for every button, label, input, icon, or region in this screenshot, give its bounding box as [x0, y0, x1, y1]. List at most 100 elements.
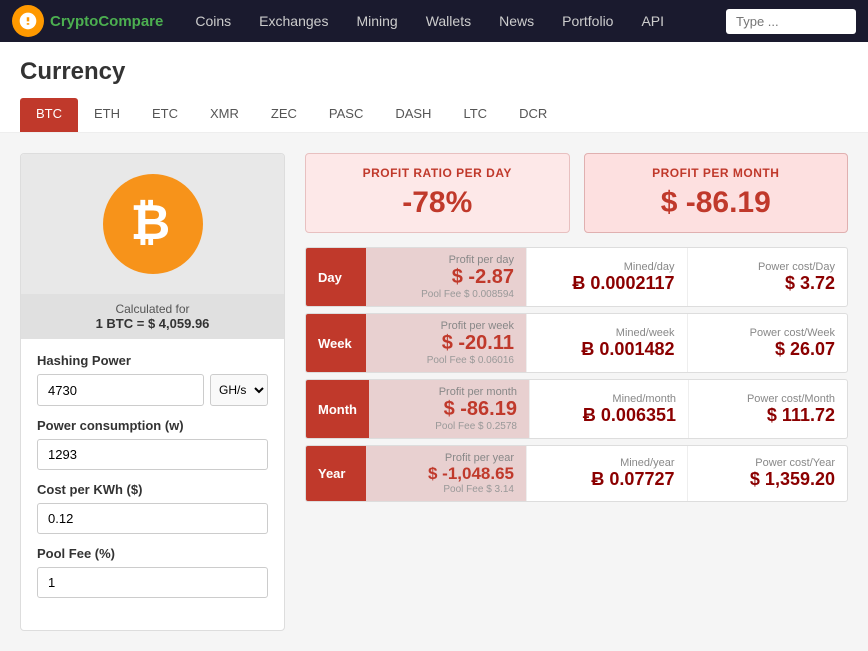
logo-text-crypto: Crypto: [50, 13, 98, 30]
currency-tabs: BTC ETH ETC XMR ZEC PASC DASH LTC DCR: [20, 98, 848, 132]
navbar: CryptoCompare Coins Exchanges Mining Wal…: [0, 0, 868, 42]
year-profit-fee: Pool Fee $ 3.14: [378, 484, 514, 495]
tab-etc[interactable]: ETC: [136, 98, 194, 132]
btc-logo-area: ₿: [21, 154, 284, 294]
day-mined-value: Ƀ 0.0002117: [539, 273, 675, 294]
month-row: Month Profit per month $ -86.19 Pool Fee…: [305, 379, 848, 439]
week-label-cell: Week: [306, 314, 366, 372]
day-label-cell: Day: [306, 248, 366, 306]
week-profit-value: $ -20.11: [378, 332, 514, 355]
tab-ltc[interactable]: LTC: [447, 98, 503, 132]
day-power-label: Power cost/Day: [700, 261, 836, 273]
calc-for-value: 1 BTC = $ 4,059.96: [29, 316, 276, 331]
tab-dcr[interactable]: DCR: [503, 98, 563, 132]
year-row: Year Profit per year $ -1,048.65 Pool Fe…: [305, 445, 848, 502]
nav-portfolio[interactable]: Portfolio: [548, 0, 627, 42]
tab-dash[interactable]: DASH: [379, 98, 447, 132]
day-profit-label: Profit per day: [378, 254, 514, 266]
day-profit-fee: Pool Fee $ 0.008594: [378, 289, 514, 300]
day-mined-label: Mined/day: [539, 261, 675, 273]
power-label: Power consumption (w): [37, 418, 268, 433]
profit-ratio-label: PROFIT RATIO PER DAY: [322, 166, 553, 180]
left-panel: ₿ Calculated for 1 BTC = $ 4,059.96 Hash…: [20, 153, 285, 631]
nav-api[interactable]: API: [627, 0, 678, 42]
pool-label: Pool Fee (%): [37, 546, 268, 561]
profit-ratio-value: -78%: [322, 186, 553, 220]
hashing-power-input[interactable]: [37, 374, 204, 406]
btc-icon: ₿: [103, 174, 203, 274]
calc-for-label: Calculated for: [115, 302, 189, 316]
month-mined-value: Ƀ 0.006351: [542, 405, 676, 426]
year-profit-label: Profit per year: [378, 452, 514, 464]
tab-eth[interactable]: ETH: [78, 98, 136, 132]
day-profit-value: $ -2.87: [378, 266, 514, 289]
month-profit-fee: Pool Fee $ 0.2578: [381, 421, 517, 432]
cost-label: Cost per KWh ($): [37, 482, 268, 497]
profit-ratio-card: PROFIT RATIO PER DAY -78%: [305, 153, 570, 233]
year-power-cell: Power cost/Year $ 1,359.20: [687, 446, 848, 501]
data-rows: Day Profit per day $ -2.87 Pool Fee $ 0.…: [305, 247, 848, 502]
week-mined-value: Ƀ 0.001482: [539, 339, 675, 360]
profit-month-card: PROFIT PER MONTH $ -86.19: [584, 153, 849, 233]
nav-mining[interactable]: Mining: [342, 0, 411, 42]
profit-month-label: PROFIT PER MONTH: [601, 166, 832, 180]
month-power-cell: Power cost/Month $ 111.72: [688, 380, 847, 438]
month-profit-label: Profit per month: [381, 386, 517, 398]
year-mined-value: Ƀ 0.07727: [539, 469, 675, 490]
logo-icon: [12, 5, 44, 37]
currency-header: Currency BTC ETH ETC XMR ZEC PASC DASH L…: [0, 42, 868, 133]
month-power-label: Power cost/Month: [701, 393, 835, 405]
svg-text:₿: ₿: [130, 196, 170, 250]
week-mined-cell: Mined/week Ƀ 0.001482: [526, 314, 687, 372]
nav-links: Coins Exchanges Mining Wallets News Port…: [181, 0, 678, 42]
tab-pasc[interactable]: PASC: [313, 98, 379, 132]
nav-news[interactable]: News: [485, 0, 548, 42]
calc-info: Calculated for 1 BTC = $ 4,059.96: [21, 294, 284, 339]
search-input[interactable]: [726, 9, 856, 34]
year-power-value: $ 1,359.20: [700, 469, 836, 490]
pool-row: [37, 567, 268, 598]
nav-wallets[interactable]: Wallets: [412, 0, 485, 42]
hashing-unit-select[interactable]: GH/s TH/s MH/s: [210, 374, 268, 406]
year-mined-cell: Mined/year Ƀ 0.07727: [526, 446, 687, 501]
cost-input[interactable]: [37, 503, 268, 534]
day-profit-cell: Profit per day $ -2.87 Pool Fee $ 0.0085…: [366, 248, 526, 306]
year-profit-cell: Profit per year $ -1,048.65 Pool Fee $ 3…: [366, 446, 526, 501]
logo[interactable]: CryptoCompare: [12, 5, 163, 37]
nav-coins[interactable]: Coins: [181, 0, 245, 42]
year-label-cell: Year: [306, 446, 366, 501]
month-label-cell: Month: [306, 380, 369, 438]
profit-summary: PROFIT RATIO PER DAY -78% PROFIT PER MON…: [305, 153, 848, 233]
day-power-value: $ 3.72: [700, 273, 836, 294]
month-profit-value: $ -86.19: [381, 398, 517, 421]
year-profit-value: $ -1,048.65: [378, 464, 514, 484]
week-power-cell: Power cost/Week $ 26.07: [687, 314, 848, 372]
week-profit-cell: Profit per week $ -20.11 Pool Fee $ 0.06…: [366, 314, 526, 372]
tab-xmr[interactable]: XMR: [194, 98, 255, 132]
hashing-power-label: Hashing Power: [37, 353, 268, 368]
power-input[interactable]: [37, 439, 268, 470]
day-power-cell: Power cost/Day $ 3.72: [687, 248, 848, 306]
month-mined-label: Mined/month: [542, 393, 676, 405]
year-mined-label: Mined/year: [539, 457, 675, 469]
page-title: Currency: [20, 58, 848, 86]
main-content: ₿ Calculated for 1 BTC = $ 4,059.96 Hash…: [0, 133, 868, 651]
nav-exchanges[interactable]: Exchanges: [245, 0, 342, 42]
form-section: Hashing Power GH/s TH/s MH/s Power consu…: [21, 339, 284, 598]
week-profit-fee: Pool Fee $ 0.06016: [378, 355, 514, 366]
week-power-value: $ 26.07: [700, 339, 836, 360]
tab-zec[interactable]: ZEC: [255, 98, 313, 132]
day-row: Day Profit per day $ -2.87 Pool Fee $ 0.…: [305, 247, 848, 307]
power-row: [37, 439, 268, 470]
hashing-power-row: GH/s TH/s MH/s: [37, 374, 268, 406]
month-mined-cell: Mined/month Ƀ 0.006351: [529, 380, 688, 438]
right-panel: PROFIT RATIO PER DAY -78% PROFIT PER MON…: [305, 153, 848, 502]
week-mined-label: Mined/week: [539, 327, 675, 339]
logo-text-compare: Compare: [98, 13, 163, 30]
month-profit-cell: Profit per month $ -86.19 Pool Fee $ 0.2…: [369, 380, 529, 438]
tab-btc[interactable]: BTC: [20, 98, 78, 132]
pool-input[interactable]: [37, 567, 268, 598]
month-power-value: $ 111.72: [701, 405, 835, 426]
day-mined-cell: Mined/day Ƀ 0.0002117: [526, 248, 687, 306]
week-profit-label: Profit per week: [378, 320, 514, 332]
